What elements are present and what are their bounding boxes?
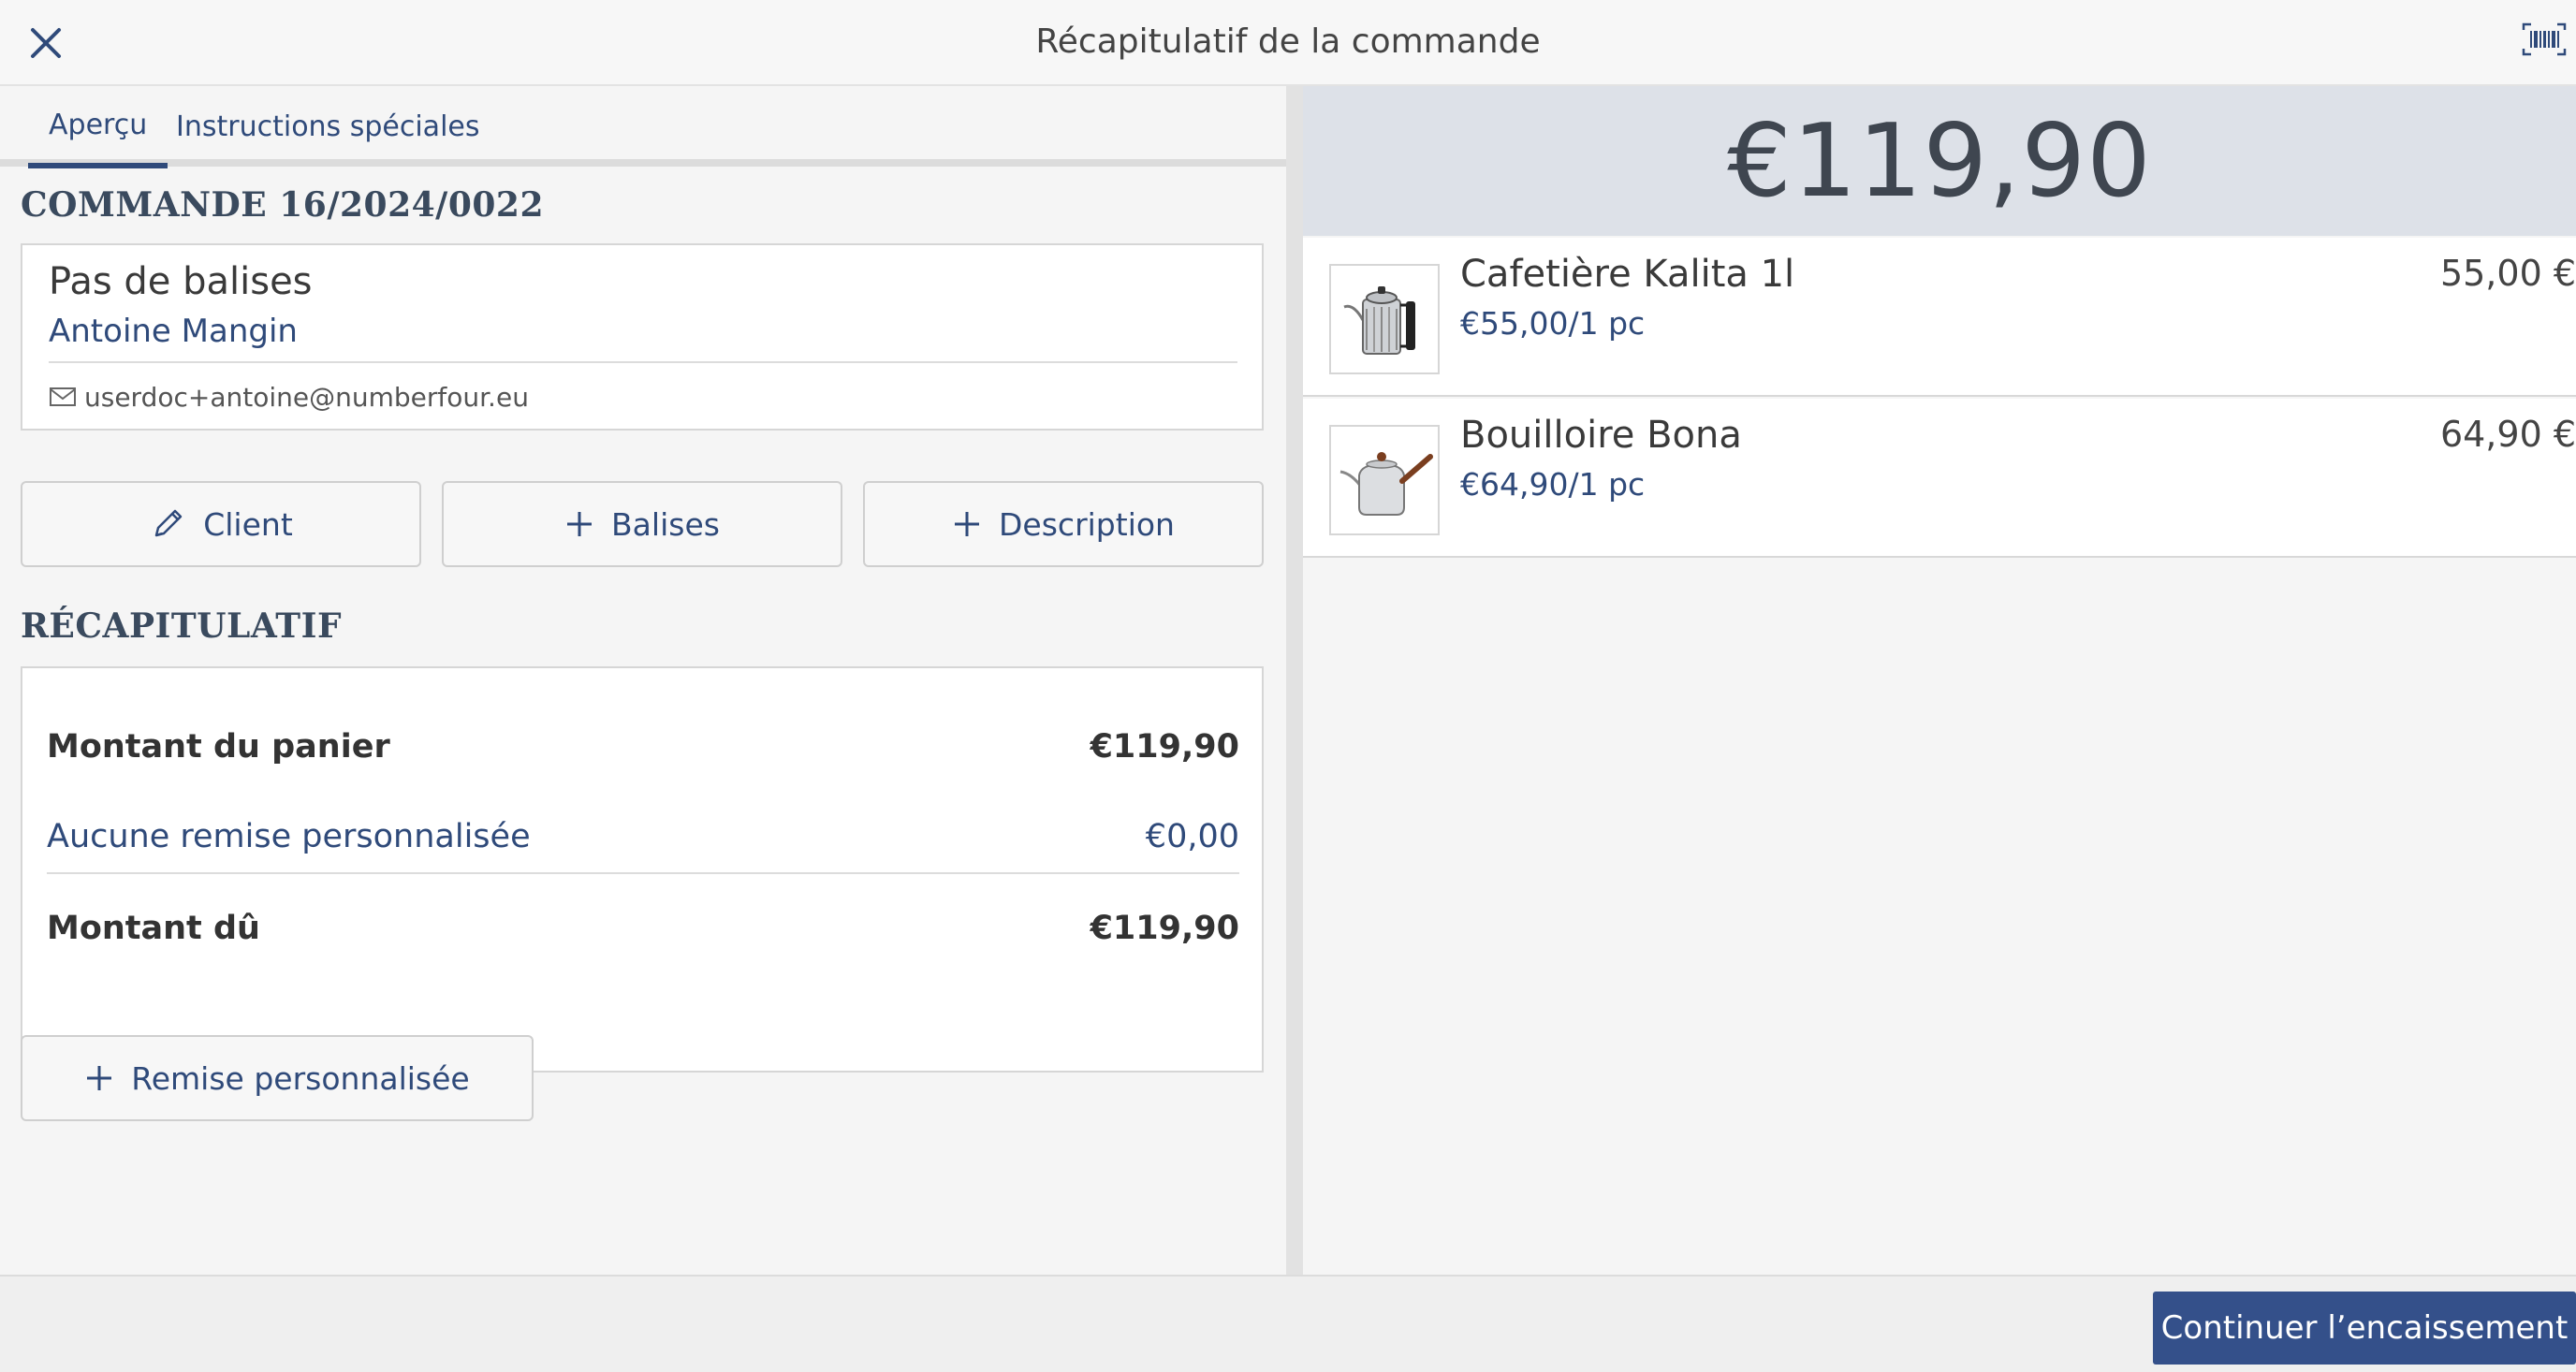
- footer-bar: Continuer l’encaissement: [0, 1275, 2576, 1372]
- line-item-price: 64,90 €: [2439, 414, 2576, 455]
- cart-line-item[interactable]: Cafetière Kalita 1l €55,00/1 pc 55,00 €: [1303, 238, 2576, 397]
- line-item-price: 55,00 €: [2439, 253, 2576, 294]
- envelope-icon: [50, 387, 76, 406]
- divider: [47, 872, 1239, 874]
- barcode-scanner-icon: [2522, 22, 2567, 56]
- product-unit-price: €55,00/1 pc: [1460, 305, 1646, 342]
- product-unit-price: €64,90/1 pc: [1460, 466, 1646, 503]
- page-title: Récapitulatif de la commande: [1035, 22, 1541, 61]
- amount-due-label: Montant dû: [47, 910, 260, 947]
- customer-card[interactable]: Pas de balises Antoine Mangin userdoc+an…: [21, 243, 1264, 431]
- cart-total-banner: €119,90: [1303, 86, 2576, 236]
- add-custom-discount-label: Remise personnalisée: [131, 1059, 470, 1097]
- tags-status: Pas de balises: [49, 260, 313, 303]
- customer-name[interactable]: Antoine Mangin: [49, 313, 298, 350]
- divider: [49, 361, 1237, 363]
- customer-email: userdoc+antoine@numberfour.eu: [84, 381, 529, 413]
- cart-total: €119,90: [1727, 102, 2152, 220]
- product-thumbnail: [1329, 264, 1440, 374]
- customer-email-row: userdoc+antoine@numberfour.eu: [49, 376, 529, 417]
- add-description-button[interactable]: Description: [863, 481, 1264, 567]
- close-icon: [31, 28, 61, 58]
- plus-icon: [955, 512, 980, 536]
- custom-discount-row[interactable]: Aucune remise personnalisée €0,00: [47, 809, 1239, 865]
- add-description-label: Description: [999, 505, 1175, 543]
- order-title: COMMANDE 16/2024/0022: [21, 185, 545, 225]
- basket-amount-label: Montant du panier: [47, 728, 390, 766]
- tab-bar: Aperçu Instructions spéciales: [0, 86, 1286, 168]
- continue-checkout-button[interactable]: Continuer l’encaissement: [2153, 1292, 2576, 1365]
- cart-line-item[interactable]: Bouilloire Bona €64,90/1 pc 64,90 €: [1303, 399, 2576, 558]
- add-tags-label: Balises: [611, 505, 720, 543]
- summary-card: Montant du panier €119,90 Aucune remise …: [21, 666, 1264, 1073]
- edit-client-label: Client: [203, 505, 293, 543]
- cart-panel: €119,90 Cafetière Kalita 1l €55,00/1 pc …: [1303, 86, 2576, 1275]
- kettle-pour-over-icon: [1343, 286, 1415, 355]
- custom-discount-label[interactable]: Aucune remise personnalisée: [47, 818, 531, 855]
- basket-amount-row: Montant du panier €119,90: [47, 719, 1239, 775]
- pencil-icon: [154, 509, 183, 537]
- barcode-scanner-button[interactable]: [2518, 19, 2570, 60]
- close-button[interactable]: [13, 13, 79, 73]
- tab-overview[interactable]: Aperçu: [28, 86, 168, 168]
- plus-icon: [87, 1066, 112, 1090]
- order-overview-panel: Aperçu Instructions spéciales COMMANDE 1…: [0, 86, 1286, 1275]
- kettle-icon: [1339, 452, 1433, 516]
- amount-due-value: €119,90: [1090, 910, 1239, 947]
- summary-title: RÉCAPITULATIF: [21, 606, 342, 646]
- tab-special-instructions[interactable]: Instructions spéciales: [176, 86, 480, 167]
- product-name: Bouilloire Bona: [1460, 414, 1742, 457]
- product-thumbnail: [1329, 425, 1440, 535]
- plus-icon: [567, 512, 593, 536]
- product-name: Cafetière Kalita 1l: [1460, 253, 1795, 296]
- add-custom-discount-button[interactable]: Remise personnalisée: [21, 1035, 534, 1121]
- amount-due-row: Montant dû €119,90: [47, 900, 1239, 956]
- panel-divider: [1286, 86, 1303, 1275]
- edit-client-button[interactable]: Client: [21, 481, 421, 567]
- custom-discount-value: €0,00: [1145, 818, 1239, 855]
- top-bar: Récapitulatif de la commande: [0, 0, 2576, 86]
- add-tags-button[interactable]: Balises: [442, 481, 842, 567]
- basket-amount-value: €119,90: [1090, 728, 1239, 766]
